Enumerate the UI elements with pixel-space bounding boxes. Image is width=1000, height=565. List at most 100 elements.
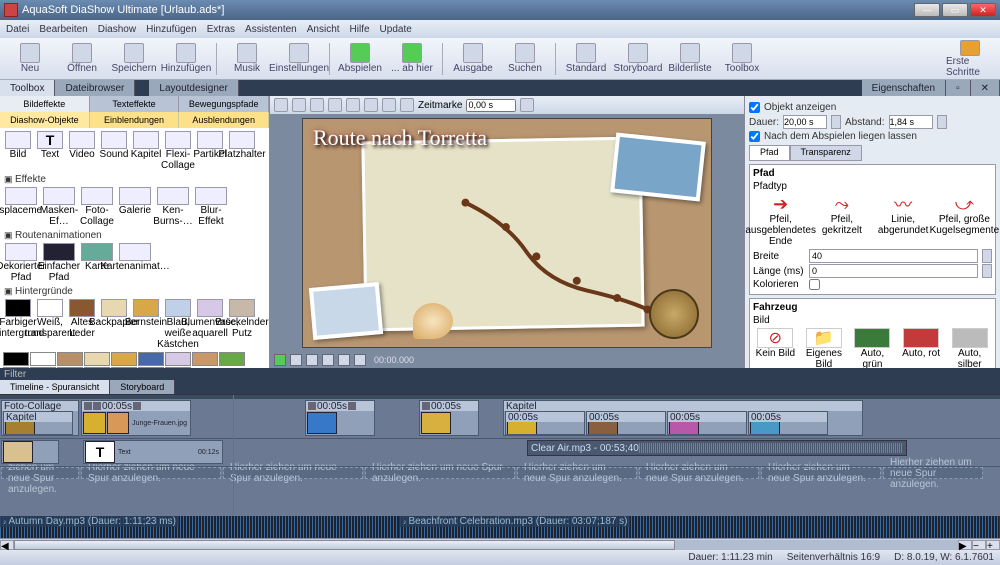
- color-swatch[interactable]: [57, 367, 83, 368]
- tb-neu[interactable]: Neu: [6, 40, 54, 78]
- tbx-sub-ausblendungen[interactable]: Ausblendungen: [179, 112, 269, 128]
- tb-erste-schritte[interactable]: Erste Schritte: [946, 40, 994, 78]
- audio-clip-autumn[interactable]: ♪ Autumn Day.mp3 (Dauer: 1:11;23 ms): [0, 516, 400, 538]
- close-button[interactable]: ✕: [970, 3, 996, 17]
- clip-image[interactable]: 00:05s Junge-Frauen.jpg: [81, 400, 191, 436]
- next-icon[interactable]: [338, 354, 350, 366]
- route-simple[interactable]: Einfacher Pfad: [41, 243, 77, 283]
- arrow-faded-end[interactable]: ➔Pfeil, ausgeblendetes Ende: [759, 194, 803, 247]
- hint-new-track[interactable]: Hierher ziehen um neue Spur anzulegen.: [81, 467, 221, 479]
- fx-displacement[interactable]: Displaceme…: [3, 187, 39, 227]
- move-tool-icon[interactable]: [292, 98, 306, 112]
- panel-tab-layoutdesigner[interactable]: Layoutdesigner: [149, 80, 238, 96]
- maximize-button[interactable]: ▭: [942, 3, 968, 17]
- tab-storyboard[interactable]: Storyboard: [110, 380, 175, 394]
- hint-new-track[interactable]: Hierher ziehen um neue Spur anzulegen.: [223, 467, 363, 479]
- color-swatch[interactable]: [138, 367, 164, 368]
- clip-image[interactable]: 00:05s: [305, 400, 375, 436]
- tb-ausgabe[interactable]: Ausgabe: [449, 40, 497, 78]
- hint-new-track[interactable]: Hierher ziehen um neue Spur anzulegen.: [639, 467, 759, 479]
- spin-up-icon[interactable]: [520, 98, 534, 112]
- pause-icon[interactable]: [290, 354, 302, 366]
- align-center-icon[interactable]: [364, 98, 378, 112]
- video-track-2[interactable]: TText00:12s Clear Air.mp3 - 00:53;40: [0, 439, 1000, 467]
- spin-icon[interactable]: [831, 115, 841, 129]
- obj-flexi[interactable]: Flexi-Collage: [163, 131, 193, 171]
- arrow-scribbled[interactable]: ⤳Pfeil, gekritzelt: [820, 194, 864, 247]
- audio-clip-beachfront[interactable]: ♪ Beachfront Celebration.mp3 (Dauer: 03:…: [400, 516, 1000, 538]
- tab-pfad[interactable]: Pfad: [749, 145, 790, 161]
- zoom-tool-icon[interactable]: [328, 98, 342, 112]
- menu-bearbeiten[interactable]: Bearbeiten: [39, 24, 87, 35]
- tbx-sub-objekte[interactable]: Diashow-Objekte: [0, 112, 90, 128]
- panel-tab-eigenschaften[interactable]: Eigenschaften: [862, 80, 946, 96]
- tb-oeffnen[interactable]: Öffnen: [58, 40, 106, 78]
- tbx-sub-einblendungen[interactable]: Einblendungen: [90, 112, 180, 128]
- tb-abhier[interactable]: ... ab hier: [388, 40, 436, 78]
- chk-objekt-anzeigen[interactable]: [749, 102, 760, 113]
- clip-image[interactable]: 00:05s: [748, 411, 828, 435]
- tb-bilderliste[interactable]: Bilderliste: [666, 40, 714, 78]
- spin-icon[interactable]: [982, 264, 992, 278]
- color-swatch[interactable]: [138, 352, 164, 366]
- end-icon[interactable]: [354, 354, 366, 366]
- obj-platzhalter[interactable]: Platzhalter: [227, 131, 257, 171]
- tb-speichern[interactable]: Speichern: [110, 40, 158, 78]
- playhead[interactable]: [233, 395, 234, 516]
- tb-abspielen[interactable]: Abspielen: [336, 40, 384, 78]
- clip-image[interactable]: 00:05s: [586, 411, 666, 435]
- line-rounded[interactable]: 〰Linie, abgerundet: [881, 194, 925, 247]
- color-swatch[interactable]: [111, 367, 137, 368]
- hint-new-track[interactable]: Hierher ziehen um neue Spur anzulegen.: [1, 467, 79, 479]
- clip-image[interactable]: [1, 440, 59, 464]
- tbx-tab-bildeffekte[interactable]: Bildeffekte: [0, 96, 90, 112]
- color-swatch[interactable]: [165, 367, 191, 368]
- tb-musik[interactable]: Musik: [223, 40, 271, 78]
- minimize-button[interactable]: —: [914, 3, 940, 17]
- color-swatch[interactable]: [57, 352, 83, 366]
- spin-icon[interactable]: [982, 249, 992, 263]
- tbx-tab-bewegungspfade[interactable]: Bewegungspfade: [179, 96, 269, 112]
- select-tool-icon[interactable]: [274, 98, 288, 112]
- color-swatch[interactable]: [219, 352, 245, 366]
- veh-none[interactable]: ⊘Kein Bild: [753, 328, 797, 368]
- tb-hinzufuegen[interactable]: Hinzufügen: [162, 40, 210, 78]
- clip-kapitel[interactable]: Foto-Collage Kapitel: [1, 400, 79, 436]
- arrow-spheres[interactable]: ⤻Pfeil, große Kugelsegmente: [942, 194, 986, 247]
- color-swatch[interactable]: [111, 352, 137, 366]
- tb-standard[interactable]: Standard: [562, 40, 610, 78]
- tab-transparenz[interactable]: Transparenz: [790, 145, 862, 161]
- menu-ansicht[interactable]: Ansicht: [307, 24, 340, 35]
- rotate-tool-icon[interactable]: [310, 98, 324, 112]
- clip-image[interactable]: 00:05s: [419, 400, 479, 436]
- hint-new-track[interactable]: Hierher ziehen um neue Spur anzulegen.: [883, 467, 983, 479]
- tb-suchen[interactable]: Suchen: [501, 40, 549, 78]
- fx-galerie[interactable]: Galerie: [117, 187, 153, 227]
- bg-item[interactable]: Weiß, transparent: [35, 299, 65, 350]
- color-swatch[interactable]: [84, 367, 110, 368]
- chk-kolorieren[interactable]: [809, 279, 820, 290]
- menu-extras[interactable]: Extras: [207, 24, 235, 35]
- veh-red[interactable]: Auto, rot: [899, 328, 943, 368]
- veh-silver[interactable]: Auto, silber: [948, 328, 992, 368]
- color-swatch[interactable]: [165, 352, 191, 366]
- play-button-icon[interactable]: [274, 354, 286, 366]
- fx-blur[interactable]: Blur-Effekt: [193, 187, 229, 227]
- panel-tab-toolbox[interactable]: Toolbox: [0, 80, 55, 96]
- menu-diashow[interactable]: Diashow: [98, 24, 136, 35]
- hint-new-track[interactable]: Hierher ziehen um neue Spur anzulegen.: [365, 467, 515, 479]
- fx-mask[interactable]: Masken-Ef…: [41, 187, 77, 227]
- clip-text[interactable]: TText00:12s: [83, 440, 223, 464]
- color-swatch[interactable]: [30, 367, 56, 368]
- preview-canvas[interactable]: Route nach Torretta: [302, 118, 712, 348]
- menu-hinzufuegen[interactable]: Hinzufügen: [146, 24, 197, 35]
- tb-storyboard[interactable]: Storyboard: [614, 40, 662, 78]
- color-swatch[interactable]: [3, 352, 29, 366]
- clip-image[interactable]: 00:05s: [505, 411, 585, 435]
- audio-clip[interactable]: Clear Air.mp3 - 00:53;40: [527, 440, 907, 456]
- stop-icon[interactable]: [306, 354, 318, 366]
- spin-icon[interactable]: [937, 115, 947, 129]
- panel-undock-button[interactable]: ▫: [946, 80, 971, 96]
- bg-item[interactable]: Bröckelnder Putz: [227, 299, 257, 350]
- zeitmarke-input[interactable]: [466, 99, 516, 112]
